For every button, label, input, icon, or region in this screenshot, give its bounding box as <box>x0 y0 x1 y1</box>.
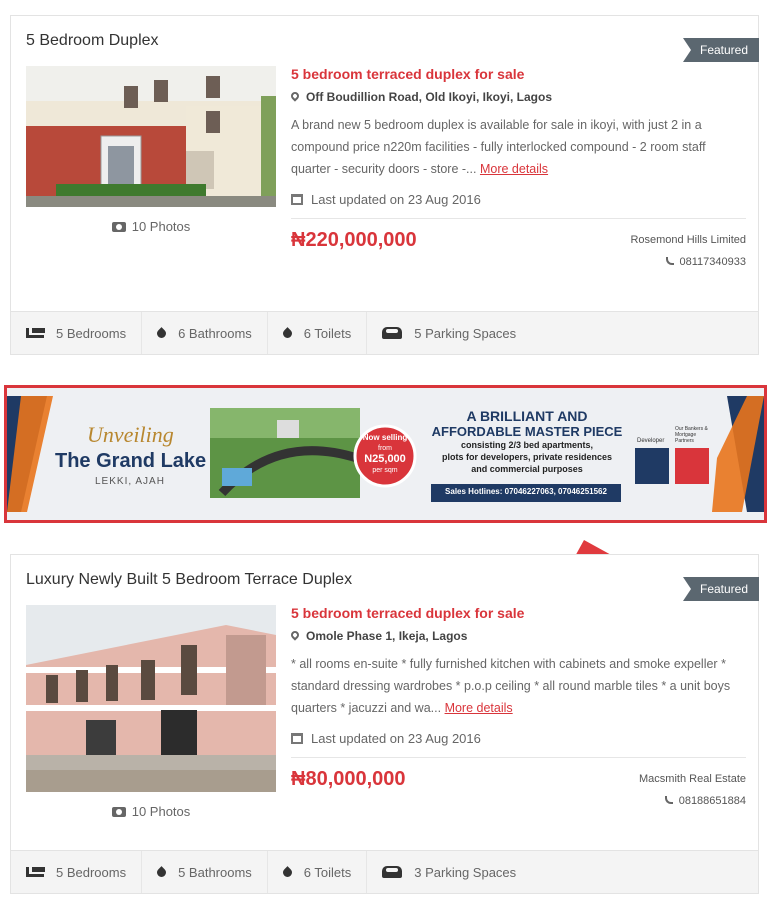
agent-name[interactable]: Macsmith Real Estate <box>639 768 746 790</box>
listing-headline[interactable]: 5 bedroom terraced duplex for sale <box>291 66 746 82</box>
agent-info: Rosemond Hills Limited 08117340933 <box>630 229 746 273</box>
photo-count[interactable]: 10 Photos <box>26 219 276 234</box>
now-selling-text: Now selling <box>362 433 408 442</box>
last-updated: Last updated on 23 Aug 2016 <box>291 731 746 746</box>
feature-label: 3 Parking Spaces <box>414 864 517 880</box>
listing-title[interactable]: Luxury Newly Built 5 Bedroom Terrace Dup… <box>26 571 352 589</box>
features-bar: 5 Bedrooms 5 Bathrooms 6 Toilets 3 Parki… <box>11 850 758 893</box>
phone-text: 08188651884 <box>678 795 746 807</box>
car-icon <box>382 327 403 339</box>
listing-photo[interactable] <box>26 605 276 792</box>
bed-icon <box>26 867 45 877</box>
listing-card[interactable]: 5 Bedroom Duplex Featured 10 Photos 5 be… <box>10 15 759 355</box>
banner-project-name: The Grand Lake <box>55 450 207 472</box>
map-pin-icon <box>289 629 301 641</box>
water-drop-icon <box>280 865 294 879</box>
more-details-link[interactable]: More details <box>445 701 513 715</box>
banner-location: LEKKI, AJAH <box>95 476 165 487</box>
listing-title[interactable]: 5 Bedroom Duplex <box>26 32 159 50</box>
listing-price: ₦80,000,000 <box>291 768 406 790</box>
water-drop-icon <box>155 326 168 340</box>
featured-badge: Featured <box>683 577 759 601</box>
agent-phone[interactable]: 08188651884 <box>639 790 746 812</box>
agent-phone[interactable]: 08117340933 <box>630 251 746 273</box>
last-updated: Last updated on 23 Aug 2016 <box>291 192 746 207</box>
tagline-line-2: AFFORDABLE MASTER PIECE <box>431 424 623 439</box>
listing-description: * all rooms en-suite * fully furnished k… <box>291 653 746 719</box>
listing-address: Omole Phase 1, Ikeja, Lagos <box>289 629 746 643</box>
photo-count[interactable]: 10 Photos <box>26 804 276 819</box>
feature-bedrooms: 5 Bedrooms <box>11 312 143 354</box>
advert-banner[interactable]: Unveiling The Grand Lake LEKKI, AJAH Now… <box>4 385 767 523</box>
last-updated-text: Last updated on 23 Aug 2016 <box>311 731 481 746</box>
listing-headline[interactable]: 5 bedroom terraced duplex for sale <box>291 605 746 621</box>
feature-toilets: 6 Toilets <box>268 312 368 354</box>
calendar-icon <box>291 733 303 744</box>
phone-icon <box>664 796 673 804</box>
phone-text: 08117340933 <box>679 256 746 268</box>
feature-label: 6 Toilets <box>303 325 352 341</box>
agent-name[interactable]: Rosemond Hills Limited <box>630 229 746 251</box>
bed-icon <box>26 328 45 338</box>
feature-toilets: 6 Toilets <box>268 851 368 893</box>
listing-card[interactable]: Luxury Newly Built 5 Bedroom Terrace Dup… <box>10 554 759 894</box>
listing-address: Off Boudillion Road, Old Ikoyi, Ikoyi, L… <box>289 90 746 104</box>
listing-info: 5 bedroom terraced duplex for sale Omole… <box>289 605 746 818</box>
photo-count-label: 10 Photos <box>131 804 191 819</box>
feature-label: 5 Parking Spaces <box>414 325 517 341</box>
listing-description: A brand new 5 bedroom duplex is availabl… <box>291 114 746 180</box>
feature-label: 5 Bedrooms <box>56 325 127 341</box>
banner-price: N25,000 <box>364 453 406 465</box>
banner-unveiling: Unveiling <box>87 422 174 447</box>
water-drop-icon <box>280 326 294 340</box>
feature-label: 5 Bedrooms <box>56 864 127 880</box>
featured-badge: Featured <box>683 38 759 62</box>
banner-developer-label: Developer <box>637 438 665 444</box>
feature-bathrooms: 5 Bathrooms <box>142 851 268 893</box>
tagline-body-3: and commercial purposes <box>471 464 583 474</box>
feature-bathrooms: 6 Bathrooms <box>142 312 268 354</box>
car-icon <box>382 866 403 878</box>
address-text: Omole Phase 1, Ikeja, Lagos <box>306 629 468 643</box>
feature-label: 6 Bathrooms <box>178 325 252 341</box>
water-drop-icon <box>155 865 168 879</box>
phone-icon <box>665 257 674 265</box>
banner-partners-label: Our Bankers & Mortgage Partners <box>675 426 708 444</box>
listing-photo[interactable] <box>26 66 276 207</box>
banner-tagline: A BRILLIANT AND AFFORDABLE MASTER PIECE … <box>427 408 627 475</box>
tagline-line-1: A BRILLIANT AND <box>466 408 588 424</box>
tagline-body-2: plots for developers, private residences <box>441 452 613 462</box>
banner-hotlines: Sales Hotlines: 07046227063, 07046251562 <box>445 487 607 496</box>
feature-label: 6 Toilets <box>303 864 352 880</box>
agent-info: Macsmith Real Estate 08188651884 <box>639 768 746 812</box>
feature-bedrooms: 5 Bedrooms <box>11 851 143 893</box>
map-pin-icon <box>289 90 301 102</box>
feature-parking: 3 Parking Spaces <box>367 851 531 893</box>
last-updated-text: Last updated on 23 Aug 2016 <box>311 192 481 207</box>
listing-info: 5 bedroom terraced duplex for sale Off B… <box>289 66 746 279</box>
per-sqm-text: per sqm <box>372 467 398 474</box>
feature-label: 5 Bathrooms <box>178 864 252 880</box>
banner-now-selling: Now selling from N25,000 per sqm <box>357 432 413 476</box>
camera-icon <box>111 222 126 232</box>
photo-count-label: 10 Photos <box>131 219 191 234</box>
listing-price: ₦220,000,000 <box>291 229 417 251</box>
address-text: Off Boudillion Road, Old Ikoyi, Ikoyi, L… <box>306 90 553 104</box>
tagline-body-1: consisting 2/3 bed apartments, <box>460 440 594 450</box>
more-details-link[interactable]: More details <box>480 162 548 176</box>
feature-parking: 5 Parking Spaces <box>367 312 531 354</box>
features-bar: 5 Bedrooms 6 Bathrooms 6 Toilets 5 Parki… <box>11 311 758 354</box>
camera-icon <box>111 807 126 817</box>
calendar-icon <box>291 194 303 205</box>
